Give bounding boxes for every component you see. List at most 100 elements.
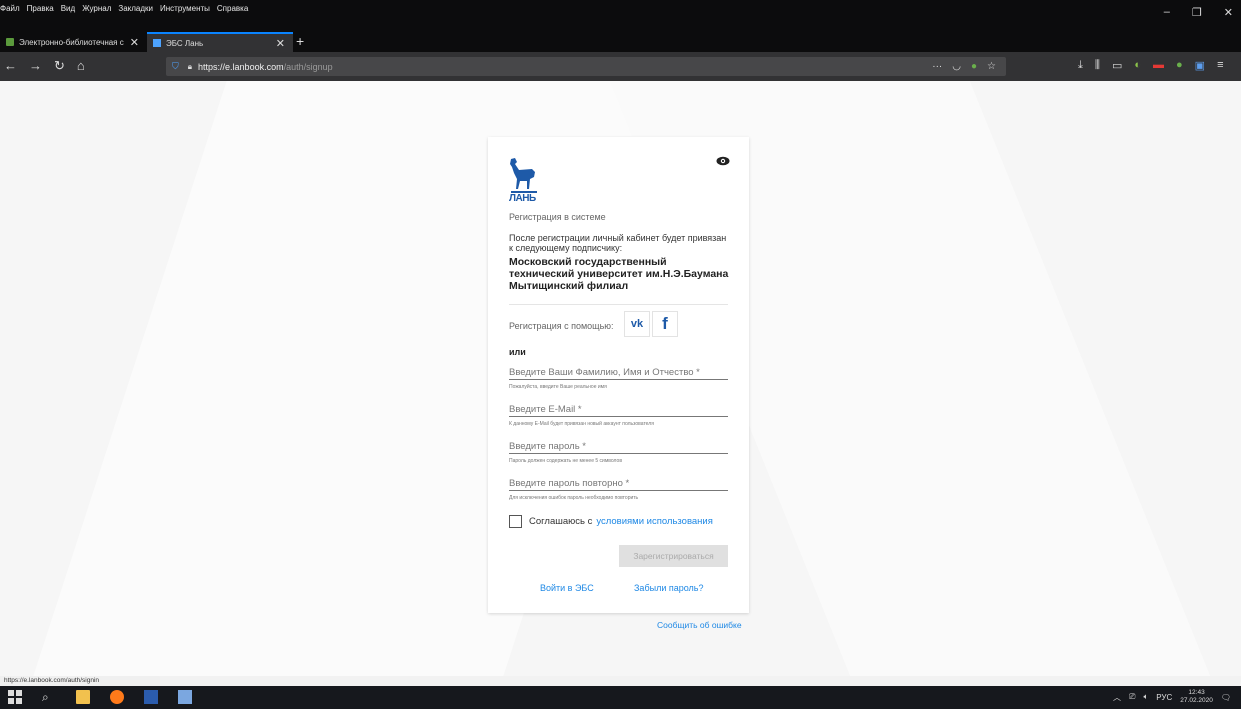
email-hint: К данному E-Mail будет привязан новый ак… xyxy=(509,421,654,427)
terms-link[interactable]: условиями использования xyxy=(596,516,713,527)
forgot-password-link[interactable]: Забыли пароль? xyxy=(634,583,703,593)
menu-help[interactable]: Справка xyxy=(217,4,248,13)
volume-icon[interactable]: 🔈︎ xyxy=(1143,692,1148,702)
addon-red-icon[interactable]: ▬ xyxy=(1153,59,1164,72)
password-repeat-field-group: Для исключения ошибок пароль необходимо … xyxy=(509,477,728,501)
menu-hamburger-icon[interactable]: ≡ xyxy=(1217,59,1223,72)
url-bar[interactable]: ⛉ 🔒︎ https://e.lanbook.com/auth/signup ·… xyxy=(166,57,1006,76)
close-window-icon[interactable]: ✕ xyxy=(1224,6,1233,19)
new-tab-icon[interactable]: + xyxy=(296,33,304,49)
tab-title: Электронно-библиотечная с xyxy=(19,37,124,47)
divider xyxy=(509,304,728,305)
eye-icon[interactable] xyxy=(716,156,730,166)
tab-strip: Электронно-библиотечная с ✕ ЭБС Лань ✕ + xyxy=(0,32,1241,52)
library-icon[interactable]: ⫼ xyxy=(1095,59,1100,72)
favicon-icon xyxy=(6,38,14,46)
clock-time: 12:43 xyxy=(1188,689,1205,696)
search-icon[interactable]: ⌕ xyxy=(42,690,56,704)
os-taskbar: ⌕ ︿ ⎚ 🔈︎ РУС 12:43 27.02.2020 🗨︎ xyxy=(0,686,1241,709)
login-link[interactable]: Войти в ЭБС xyxy=(540,583,594,593)
vk-login-button[interactable]: vk xyxy=(624,311,650,337)
browser-menubar: Файл Правка Вид Журнал Закладки Инструме… xyxy=(0,0,1241,32)
url-path: /auth/signup xyxy=(283,61,333,72)
fullname-input[interactable] xyxy=(509,366,728,380)
close-tab-icon[interactable]: ✕ xyxy=(130,36,139,49)
taskbar-icons: ⌕ xyxy=(8,690,192,704)
fullname-field-group: Пожалуйста, введите Ваше реальное имя xyxy=(509,366,728,390)
subscriber-organization: Московский государственный технический у… xyxy=(509,256,729,292)
forward-icon[interactable]: → xyxy=(29,58,42,74)
status-url: https://e.lanbook.com/auth/signin xyxy=(0,676,160,686)
lock-icon[interactable]: 🔒︎ xyxy=(188,62,192,72)
menu-bookmarks[interactable]: Закладки xyxy=(118,4,153,13)
password-field-group: Пароль должен содержать не менее 5 симво… xyxy=(509,440,728,464)
addon-green-icon[interactable]: ● xyxy=(1176,59,1183,72)
vk-icon: vk xyxy=(630,318,644,330)
menu-file[interactable]: Файл xyxy=(0,4,20,13)
tab-lan[interactable]: ЭБС Лань ✕ xyxy=(147,32,293,52)
facebook-login-button[interactable]: f xyxy=(652,311,678,337)
menu-view[interactable]: Вид xyxy=(61,4,75,13)
close-tab-icon[interactable]: ✕ xyxy=(276,37,285,50)
password-input[interactable] xyxy=(509,440,728,454)
clock[interactable]: 12:43 27.02.2020 xyxy=(1180,689,1213,705)
file-explorer-icon[interactable] xyxy=(76,690,90,704)
tab-ebs-library[interactable]: Электронно-библиотечная с ✕ xyxy=(0,32,147,52)
reload-icon[interactable]: ↻ xyxy=(54,58,65,74)
lan-favicon-icon xyxy=(153,39,161,47)
logo-text: ЛАНЬ xyxy=(509,193,536,204)
password-repeat-input[interactable] xyxy=(509,477,728,491)
password-hint: Пароль должен содержать не менее 5 симво… xyxy=(509,458,622,464)
report-error-link[interactable]: Сообщить об ошибке xyxy=(657,620,742,630)
fullname-hint: Пожалуйста, введите Ваше реальное имя xyxy=(509,384,607,390)
terms-label: Соглашаюсь с xyxy=(529,516,593,527)
form-subtitle: Регистрация в системе xyxy=(509,212,606,222)
bookmark-star-icon[interactable]: ☆ xyxy=(987,61,996,72)
firefox-icon[interactable] xyxy=(110,690,124,704)
download-icon[interactable]: ⤓ xyxy=(1078,59,1083,72)
facebook-icon: f xyxy=(662,314,668,333)
addon-blue-icon[interactable]: ▣ xyxy=(1195,59,1205,72)
menu-edit[interactable]: Правка xyxy=(27,4,54,13)
window-controls: – ❐ ✕ xyxy=(1164,6,1241,19)
addon-icon[interactable]: ◐ xyxy=(1134,59,1141,72)
email-field-group: К данному E-Mail будет привязан новый ак… xyxy=(509,403,728,427)
signup-card: ЛАНЬ Регистрация в системе После регистр… xyxy=(488,137,749,613)
social-signup-label: Регистрация с помощью: xyxy=(509,321,614,331)
toolbar-icons: ⤓ ⫼ ▭ ◐ ▬ ● ▣ ≡ xyxy=(1078,59,1223,72)
terms-checkbox[interactable] xyxy=(509,515,522,528)
menu-history[interactable]: Журнал xyxy=(82,4,111,13)
page-content: ЛАНЬ Регистрация в системе После регистр… xyxy=(0,81,1241,676)
clock-date: 27.02.2020 xyxy=(1180,697,1213,704)
password-repeat-hint: Для исключения ошибок пароль необходимо … xyxy=(509,495,639,501)
register-button[interactable]: Зарегистрироваться xyxy=(619,545,728,567)
minimize-icon[interactable]: – xyxy=(1164,6,1170,19)
windows-start-icon[interactable] xyxy=(8,690,22,704)
app-icon[interactable] xyxy=(178,690,192,704)
pocket-icon[interactable]: ◡ xyxy=(952,61,961,72)
terms-agreement: Соглашаюсь с условиями использования xyxy=(509,515,713,528)
url-actions: ··· ◡ ● ☆ xyxy=(932,61,996,72)
system-tray: ︿ ⎚ 🔈︎ РУС 12:43 27.02.2020 🗨︎ xyxy=(1113,689,1231,705)
subscriber-note: После регистрации личный кабинет будет п… xyxy=(509,233,727,253)
menu-items: Файл Правка Вид Журнал Закладки Инструме… xyxy=(0,4,248,13)
restore-icon[interactable]: ❐ xyxy=(1192,6,1202,19)
network-icon[interactable]: ⎚ xyxy=(1129,692,1135,702)
language-indicator[interactable]: РУС xyxy=(1156,693,1172,702)
notifications-icon[interactable]: 🗨︎ xyxy=(1221,693,1231,702)
menu-tools[interactable]: Инструменты xyxy=(160,4,210,13)
navigation-bar: ← → ↻ ⌂ ⛉ 🔒︎ https://e.lanbook.com/auth/… xyxy=(0,52,1241,81)
home-icon[interactable]: ⌂ xyxy=(77,58,85,74)
nav-buttons: ← → ↻ ⌂ xyxy=(4,58,85,74)
extension-icon[interactable]: ● xyxy=(971,61,977,72)
back-icon[interactable]: ← xyxy=(4,58,17,74)
email-input[interactable] xyxy=(509,403,728,417)
or-label: или xyxy=(509,347,526,357)
more-actions-icon[interactable]: ··· xyxy=(932,61,942,72)
url-host: https://e.lanbook.com xyxy=(198,61,284,72)
sidebar-icon[interactable]: ▭ xyxy=(1112,59,1122,72)
shield-icon[interactable]: ⛉ xyxy=(172,61,179,72)
tray-chevron-icon[interactable]: ︿ xyxy=(1113,692,1121,703)
word-icon[interactable] xyxy=(144,690,158,704)
tab-title: ЭБС Лань xyxy=(166,38,204,48)
